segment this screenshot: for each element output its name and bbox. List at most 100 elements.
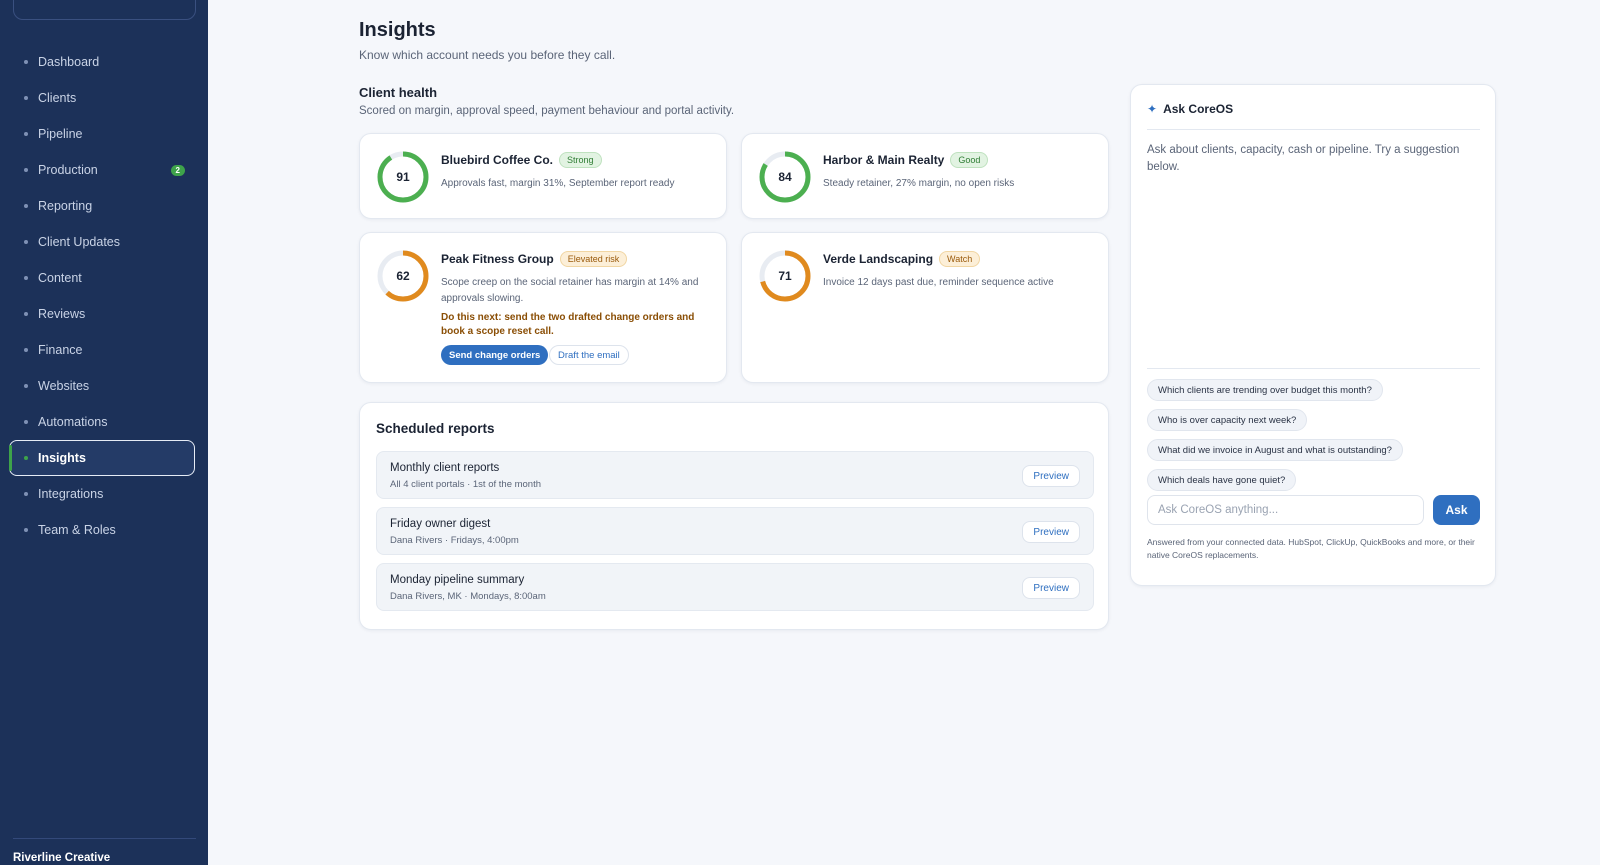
- sidebar-item-content[interactable]: Content: [0, 260, 208, 296]
- score-value: 91: [396, 170, 410, 184]
- sidebar-item-team-roles[interactable]: Team & Roles: [0, 512, 208, 548]
- sidebar-item-label: Clients: [38, 91, 77, 105]
- sidebar: Dashboard Clients Pipeline Production 2 R…: [0, 0, 208, 865]
- status-badge: Watch: [939, 251, 981, 267]
- client-name: Verde Landscaping Watch: [823, 251, 981, 267]
- bullet-icon: [24, 456, 28, 460]
- client-health-title: Client health: [359, 85, 438, 100]
- sidebar-item-label: Dashboard: [38, 55, 100, 69]
- status-badge: Strong: [559, 152, 602, 168]
- ask-footnote: Answered from your connected data. HubSp…: [1147, 537, 1475, 560]
- sidebar-search-box[interactable]: [13, 0, 196, 20]
- client-card-verde[interactable]: 71 Verde Landscaping Watch Invoice 12 day…: [741, 232, 1109, 383]
- ask-intro: Ask about clients, capacity, cash or pip…: [1147, 144, 1460, 173]
- client-summary: Scope creep on the social retainer has m…: [441, 277, 699, 304]
- send-change-orders-button[interactable]: Send change orders: [441, 345, 549, 365]
- bullet-icon: [24, 204, 28, 208]
- client-name-text: Verde Landscaping: [823, 252, 934, 266]
- org-name[interactable]: Riverline Creative: [13, 852, 110, 864]
- sidebar-item-label: Insights: [38, 451, 86, 465]
- sidebar-item-label: Team & Roles: [38, 523, 116, 537]
- divider: [1147, 129, 1480, 130]
- bullet-icon: [24, 60, 28, 64]
- sidebar-item-finance[interactable]: Finance: [0, 332, 208, 368]
- bullet-icon: [24, 492, 28, 496]
- client-summary: Steady retainer, 27% margin, no open ris…: [823, 178, 1015, 189]
- sidebar-item-clients[interactable]: Clients: [0, 80, 208, 116]
- suggestion-chip[interactable]: What did we invoice in August and what i…: [1147, 439, 1403, 461]
- scheduled-reports-card: Scheduled reports Monthly client reports…: [359, 402, 1109, 630]
- client-name: Peak Fitness Group Elevated risk: [441, 251, 628, 267]
- reports-title: Scheduled reports: [376, 421, 495, 436]
- client-summary: Approvals fast, margin 31%, September re…: [441, 178, 675, 189]
- client-name-text: Harbor & Main Realty: [823, 153, 945, 167]
- sidebar-item-reporting[interactable]: Reporting: [0, 188, 208, 224]
- client-card-harbor[interactable]: 84 Harbor & Main Realty Good Steady retai…: [741, 133, 1109, 219]
- bullet-icon: [24, 384, 28, 388]
- client-name-text: Bluebird Coffee Co.: [441, 153, 554, 167]
- report-meta: Dana Rivers, MK · Mondays, 8:00am: [390, 591, 546, 602]
- sidebar-item-label: Client Updates: [38, 235, 120, 249]
- sidebar-item-pipeline[interactable]: Pipeline: [0, 116, 208, 152]
- status-badge: Good: [950, 152, 989, 168]
- page-title: Insights: [359, 19, 436, 41]
- client-card-bluebird[interactable]: 91 Bluebird Coffee Co. Strong Approvals f…: [359, 133, 727, 219]
- bullet-icon: [24, 240, 28, 244]
- ask-title-text: Ask CoreOS: [1163, 102, 1234, 116]
- suggestion-chip[interactable]: Which clients are trending over budget t…: [1147, 379, 1383, 401]
- count-badge: 2: [170, 165, 185, 176]
- sidebar-item-label: Reporting: [38, 199, 93, 213]
- client-health-subtitle: Scored on margin, approval speed, paymen…: [359, 105, 735, 117]
- bullet-icon: [24, 168, 28, 172]
- bullet-icon: [24, 348, 28, 352]
- sidebar-item-label: Reviews: [38, 307, 86, 321]
- ask-panel-title: ✦ Ask CoreOS: [1147, 102, 1233, 116]
- sidebar-item-label: Pipeline: [38, 127, 83, 141]
- preview-button[interactable]: Preview: [1022, 577, 1080, 599]
- sidebar-item-label: Integrations: [38, 487, 104, 501]
- sidebar-item-dashboard[interactable]: Dashboard: [0, 44, 208, 80]
- client-summary: Invoice 12 days past due, reminder seque…: [823, 277, 1054, 288]
- sidebar-item-label: Content: [38, 271, 82, 285]
- report-row: Monthly client reports All 4 client port…: [376, 451, 1094, 499]
- ask-button[interactable]: Ask: [1433, 495, 1480, 525]
- report-meta: Dana Rivers · Fridays, 4:00pm: [390, 535, 519, 546]
- ask-input[interactable]: [1147, 495, 1424, 525]
- page-subtitle: Know which account needs you before they…: [359, 48, 616, 62]
- status-badge: Elevated risk: [559, 251, 628, 267]
- sidebar-divider: [13, 838, 196, 839]
- suggestion-chip[interactable]: Who is over capacity next week?: [1147, 409, 1308, 431]
- client-name: Bluebird Coffee Co. Strong: [441, 152, 602, 168]
- sidebar-item-production[interactable]: Production 2: [0, 152, 208, 188]
- bullet-icon: [24, 276, 28, 280]
- sidebar-item-automations[interactable]: Automations: [0, 404, 208, 440]
- sidebar-nav: Dashboard Clients Pipeline Production 2 R…: [0, 44, 208, 548]
- report-name: Friday owner digest: [390, 518, 491, 530]
- sidebar-item-integrations[interactable]: Integrations: [0, 476, 208, 512]
- report-name: Monday pipeline summary: [390, 574, 525, 586]
- sidebar-item-insights[interactable]: Insights: [9, 440, 195, 476]
- bullet-icon: [24, 312, 28, 316]
- score-value: 71: [778, 269, 792, 283]
- score-value: 84: [778, 170, 792, 184]
- draft-email-button[interactable]: Draft the email: [549, 345, 629, 365]
- bullet-icon: [24, 420, 28, 424]
- report-row: Friday owner digest Dana Rivers · Friday…: [376, 507, 1094, 555]
- report-row: Monday pipeline summary Dana Rivers, MK …: [376, 563, 1094, 611]
- sidebar-item-label: Websites: [38, 379, 90, 393]
- ask-panel: ✦ Ask CoreOS Ask about clients, capacity,…: [1130, 84, 1496, 586]
- bullet-icon: [24, 96, 28, 100]
- next-step-recommendation: Do this next: send the two drafted chang…: [441, 312, 695, 337]
- preview-button[interactable]: Preview: [1022, 521, 1080, 543]
- sidebar-item-reviews[interactable]: Reviews: [0, 296, 208, 332]
- preview-button[interactable]: Preview: [1022, 465, 1080, 487]
- sidebar-item-client-updates[interactable]: Client Updates: [0, 224, 208, 260]
- sidebar-item-websites[interactable]: Websites: [0, 368, 208, 404]
- client-card-peak-fitness[interactable]: 62 Peak Fitness Group Elevated risk Scope…: [359, 232, 727, 383]
- bullet-icon: [24, 132, 28, 136]
- suggestion-chip[interactable]: Which deals have gone quiet?: [1147, 469, 1297, 491]
- client-name: Harbor & Main Realty Good: [823, 152, 989, 168]
- sparkle-icon: ✦: [1147, 102, 1158, 116]
- report-meta: All 4 client portals · 1st of the month: [390, 479, 542, 490]
- sidebar-item-label: Finance: [38, 343, 83, 357]
